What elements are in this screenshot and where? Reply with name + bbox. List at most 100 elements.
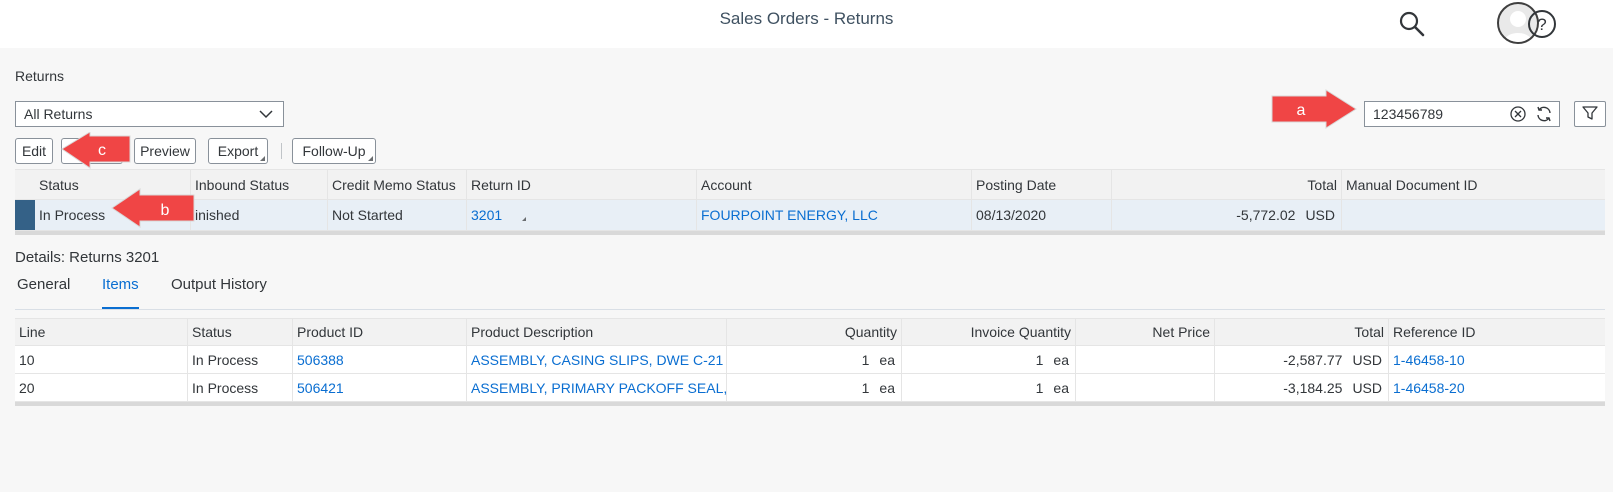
filter-button[interactable] (1574, 101, 1606, 127)
return-id-link[interactable]: 3201 (467, 200, 697, 230)
total-cell: -5,772.02 USD (1112, 200, 1342, 230)
quantity-value: 1 (861, 379, 870, 396)
total-value: -5,772.02 (1236, 207, 1296, 223)
column-header[interactable]: Total (1215, 319, 1389, 345)
annotation-label-a: a (1297, 102, 1306, 119)
table-row[interactable]: 20 In Process 506421 ASSEMBLY, PRIMARY P… (15, 374, 1605, 402)
returns-title: Returns (15, 68, 65, 84)
help-icon[interactable]: ? (1522, 4, 1562, 44)
currency-value: USD (1305, 207, 1335, 223)
returns-table: Status Inbound Status Credit Memo Status… (15, 169, 1605, 235)
total-cell: -3,184.25 USD (1215, 374, 1389, 401)
table-row[interactable]: In Process inished Not Started 3201 FOUR… (15, 200, 1605, 231)
menu-indicator-icon (368, 156, 373, 161)
column-header[interactable]: Reference ID (1389, 319, 1605, 345)
posting-date-cell: 08/13/2020 (972, 200, 1112, 230)
quantity-cell: 1 ea (727, 374, 902, 401)
net-price-cell (1076, 346, 1215, 373)
annotation-label-c: c (98, 142, 106, 159)
tab-general[interactable]: General (17, 276, 70, 301)
table-row[interactable]: 10 In Process 506388 ASSEMBLY, CASING SL… (15, 346, 1605, 374)
variant-value: All Returns (24, 106, 93, 122)
refresh-icon[interactable] (1535, 105, 1553, 126)
column-header[interactable]: Invoice Quantity (902, 319, 1076, 345)
manual-document-id-cell (1342, 200, 1605, 230)
search-icon[interactable] (1392, 4, 1432, 44)
account-link[interactable]: FOURPOINT ENERGY, LLC (697, 200, 972, 230)
quantity-unit: ea (879, 351, 895, 368)
reference-id-link[interactable]: 1-46458-10 (1389, 346, 1605, 373)
column-header[interactable]: Inbound Status (191, 170, 328, 199)
search-value: 123456789 (1373, 106, 1444, 122)
invoice-quantity-unit: ea (1053, 351, 1069, 368)
details-title: Details: Returns 3201 (15, 249, 160, 266)
total-value: -3,184.25 (1283, 379, 1343, 396)
search-input[interactable]: 123456789 (1364, 101, 1560, 127)
column-header[interactable]: Total (1112, 170, 1342, 199)
line-cell: 10 (15, 346, 188, 373)
return-id-value: 3201 (471, 207, 503, 223)
annotation-arrow-b: b (111, 188, 195, 228)
toolbar-separator (281, 143, 282, 159)
invoice-quantity-cell: 1 ea (902, 374, 1076, 401)
column-header[interactable]: Return ID (467, 170, 697, 199)
currency-value: USD (1352, 351, 1382, 368)
quickview-indicator-icon (522, 217, 527, 221)
quantity-cell: 1 ea (727, 346, 902, 373)
invoice-quantity-cell: 1 ea (902, 346, 1076, 373)
column-header[interactable]: Account (697, 170, 972, 199)
row-selector[interactable] (15, 200, 35, 230)
app-title: Sales Orders - Returns (719, 9, 894, 28)
column-header[interactable]: Posting Date (972, 170, 1112, 199)
status-cell: In Process (188, 346, 293, 373)
column-header[interactable]: Line (15, 319, 188, 345)
table-scrollbar[interactable] (15, 402, 1605, 406)
product-description-link[interactable]: ASSEMBLY, CASING SLIPS, DWE C-21 (467, 346, 727, 373)
column-header[interactable]: Net Price (1076, 319, 1215, 345)
menu-indicator-icon (260, 156, 265, 161)
credit-memo-status-cell: Not Started (328, 200, 467, 230)
export-button[interactable]: Export (208, 138, 268, 164)
follow-up-button[interactable]: Follow-Up (292, 138, 376, 164)
reference-id-link[interactable]: 1-46458-20 (1389, 374, 1605, 401)
edit-button[interactable]: Edit (15, 138, 53, 164)
details-tabs: General Items Output History (15, 276, 1605, 310)
column-header[interactable]: Status (188, 319, 293, 345)
items-table: Line Status Product ID Product Descripti… (15, 318, 1605, 406)
table-header: Line Status Product ID Product Descripti… (15, 318, 1605, 346)
quantity-value: 1 (861, 351, 870, 368)
table-header: Status Inbound Status Credit Memo Status… (15, 169, 1605, 200)
table-scrollbar[interactable] (15, 231, 1605, 235)
quantity-unit: ea (879, 379, 895, 396)
filter-icon (1582, 105, 1598, 124)
export-label: Export (217, 143, 259, 159)
annotation-label-b: b (161, 202, 170, 219)
product-id-link[interactable]: 506388 (293, 346, 467, 373)
invoice-quantity-value: 1 (1035, 351, 1044, 368)
column-header[interactable]: Credit Memo Status (328, 170, 467, 199)
clear-icon[interactable] (1509, 105, 1527, 126)
svg-text:?: ? (1537, 15, 1546, 34)
tab-items[interactable]: Items (102, 276, 139, 309)
annotation-arrow-a: a (1271, 89, 1357, 129)
shell-header: Sales Orders - Returns ? (0, 0, 1613, 48)
currency-value: USD (1352, 379, 1382, 396)
tab-output-history[interactable]: Output History (171, 276, 267, 301)
column-header[interactable]: Quantity (727, 319, 902, 345)
total-value: -2,587.77 (1283, 351, 1343, 368)
invoice-quantity-value: 1 (1035, 379, 1044, 396)
column-header[interactable]: Manual Document ID (1342, 170, 1605, 199)
chevron-down-icon (257, 105, 275, 126)
invoice-quantity-unit: ea (1053, 379, 1069, 396)
column-header[interactable]: Product ID (293, 319, 467, 345)
inbound-status-cell: inished (191, 200, 328, 230)
column-header[interactable]: Product Description (467, 319, 727, 345)
total-cell: -2,587.77 USD (1215, 346, 1389, 373)
line-cell: 20 (15, 374, 188, 401)
variant-select[interactable]: All Returns (15, 101, 284, 127)
preview-button[interactable]: Preview (134, 138, 196, 164)
product-id-link[interactable]: 506421 (293, 374, 467, 401)
status-cell: In Process (188, 374, 293, 401)
annotation-arrow-c: c (61, 132, 131, 169)
product-description-link[interactable]: ASSEMBLY, PRIMARY PACKOFF SEAL, (467, 374, 727, 401)
